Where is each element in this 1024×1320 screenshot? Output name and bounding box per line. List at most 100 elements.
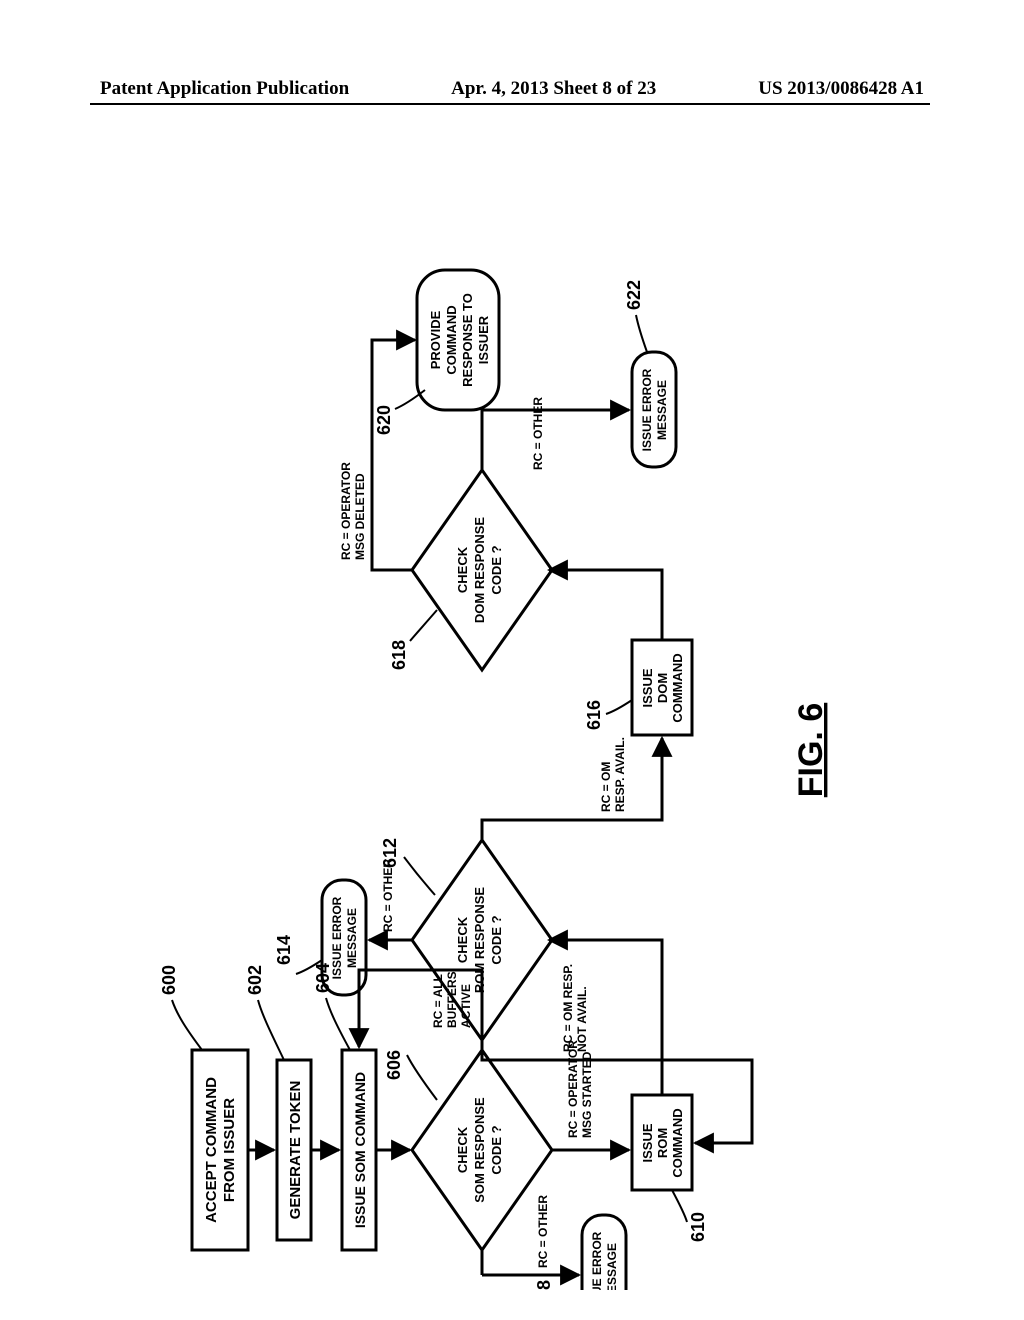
n616-l1: ISSUE [640,668,655,707]
node-600: ACCEPT COMMAND FROM ISSUER 600 [159,965,248,1250]
svg-text:ACCEPT COMMAND: ACCEPT COMMAND [203,1077,220,1223]
edge-612-616: RC = OM RESP. AVAIL. [482,737,662,840]
e618_622: RC = OTHER [531,397,545,470]
e612_616-l2: RESP. AVAIL. [613,737,627,812]
n612-l2: ROM RESPONSE [472,887,487,994]
n600-l1: ACCEPT COMMAND [203,1077,220,1223]
n606-l1: CHECK [455,1126,470,1173]
header-rule [90,103,930,105]
edge-612-614: RC = OTHER [369,859,412,940]
ref-606: 606 [384,1050,404,1080]
n602-t: GENERATE TOKEN [287,1081,304,1220]
e612_616-l1: RC = OM [599,762,613,812]
page: Patent Application Publication Apr. 4, 2… [0,0,1024,1320]
node-622: ISSUE ERROR MESSAGE 622 [624,280,676,467]
figure-rotated: ACCEPT COMMAND FROM ISSUER 600 GENERATE … [132,210,892,1290]
n620-l4: ISSUER [476,315,491,364]
ref-618: 618 [389,640,409,670]
edge-606-608: RC = OTHER [482,1195,579,1275]
ref-614: 614 [274,935,294,965]
ref-600: 600 [159,965,179,995]
node-616: ISSUE DOM COMMAND 616 [584,640,692,735]
svg-text:600: 600 [159,965,179,995]
node-602: GENERATE TOKEN 602 [245,965,311,1240]
svg-text:RC = OTHER: RC = OTHER [381,859,395,932]
svg-text:ISSUE ERROR: ISSUE ERROR [640,368,654,451]
svg-text:CHECK: CHECK [455,1126,470,1173]
svg-text:NOT AVAIL.: NOT AVAIL. [575,986,589,1052]
svg-text:608: 608 [534,1280,554,1290]
svg-text:MESSAGE: MESSAGE [345,908,359,968]
svg-text:606: 606 [384,1050,404,1080]
ref-622: 622 [624,280,644,310]
e606_604-l3: ACTIVE [459,984,473,1028]
n610-l3: COMMAND [670,1108,685,1177]
n616-l2: DOM [655,673,670,703]
svg-text:COMMAND: COMMAND [670,653,685,722]
svg-text:CODE ?: CODE ? [489,545,504,594]
svg-text:COMMAND: COMMAND [670,1108,685,1177]
n612-l3: CODE ? [489,915,504,964]
e606_610-l1: RC = OPERATOR [566,1040,580,1138]
n614-l2: MESSAGE [345,908,359,968]
n600-l2: FROM ISSUER [221,1098,238,1202]
header-mid: Apr. 4, 2013 Sheet 8 of 23 [451,78,656,100]
svg-text:MESSAGE: MESSAGE [605,1243,619,1290]
n606-l3: CODE ? [489,1125,504,1174]
e606_608: RC = OTHER [536,1195,550,1268]
svg-text:PROVIDE: PROVIDE [428,310,443,369]
n618-l1: CHECK [455,546,470,593]
edge-618-620: RC = OPERATOR MSG DELETED [339,340,415,570]
svg-text:CODE ?: CODE ? [489,915,504,964]
svg-text:622: 622 [624,280,644,310]
n618-l2: DOM RESPONSE [472,517,487,624]
svg-text:RC = OM: RC = OM [599,762,613,812]
node-604: ISSUE SOM COMMAND 604 [313,963,376,1250]
n604-t: ISSUE SOM COMMAND [352,1072,368,1228]
svg-text:COMMAND: COMMAND [444,305,459,374]
svg-text:616: 616 [584,700,604,730]
svg-text:ISSUER: ISSUER [476,315,491,364]
n616-l3: COMMAND [670,653,685,722]
edge-606-610: RC = OPERATOR MSG STARTED [552,1040,629,1150]
n622-l2: MESSAGE [655,380,669,440]
svg-text:RC = OPERATOR: RC = OPERATOR [566,1040,580,1138]
header-left: Patent Application Publication [100,78,349,100]
svg-text:ROM: ROM [655,1128,670,1158]
n610-l1: ISSUE [640,1123,655,1162]
svg-text:DOM: DOM [655,673,670,703]
node-610: ISSUE ROM COMMAND 610 [632,1095,708,1242]
header-right: US 2013/0086428 A1 [758,78,924,100]
svg-text:ISSUE: ISSUE [640,1123,655,1162]
svg-text:618: 618 [389,640,409,670]
figure-wrap: ACCEPT COMMAND FROM ISSUER 600 GENERATE … [0,160,1024,1260]
svg-text:MSG STARTED: MSG STARTED [580,1051,594,1138]
svg-text:FROM ISSUER: FROM ISSUER [221,1098,238,1202]
svg-text:CODE ?: CODE ? [489,1125,504,1174]
e618_620-l1: RC = OPERATOR [339,462,353,560]
edge-606-604: RC = ALL BUFFERS ACTIVE [359,970,482,1050]
e612_610-l2: NOT AVAIL. [575,986,589,1052]
svg-text:602: 602 [245,965,265,995]
svg-text:GENERATE TOKEN: GENERATE TOKEN [287,1081,304,1220]
svg-text:620: 620 [374,405,394,435]
svg-text:ISSUE: ISSUE [640,668,655,707]
n610-l2: ROM [655,1128,670,1158]
n620-l2: COMMAND [444,305,459,374]
svg-text:RESP. AVAIL.: RESP. AVAIL. [613,737,627,812]
figure-caption: FIG. 6 [792,703,830,797]
n620-l3: RESPONSE TO [460,293,475,387]
svg-text:CHECK: CHECK [455,916,470,963]
svg-text:ROM RESPONSE: ROM RESPONSE [472,887,487,994]
node-620: PROVIDE COMMAND RESPONSE TO ISSUER 620 [374,270,499,435]
e612_610-l1: RC = OM RESP. [561,964,575,1052]
svg-text:614: 614 [274,935,294,965]
svg-text:RC = OTHER: RC = OTHER [536,1195,550,1268]
n622-l1: ISSUE ERROR [640,368,654,451]
node-618: CHECK DOM RESPONSE CODE ? 618 [389,470,552,670]
n618-l3: CODE ? [489,545,504,594]
ref-610: 610 [688,1212,708,1242]
ref-620: 620 [374,405,394,435]
e612_614: RC = OTHER [381,859,395,932]
n606-l2: SOM RESPONSE [472,1097,487,1203]
